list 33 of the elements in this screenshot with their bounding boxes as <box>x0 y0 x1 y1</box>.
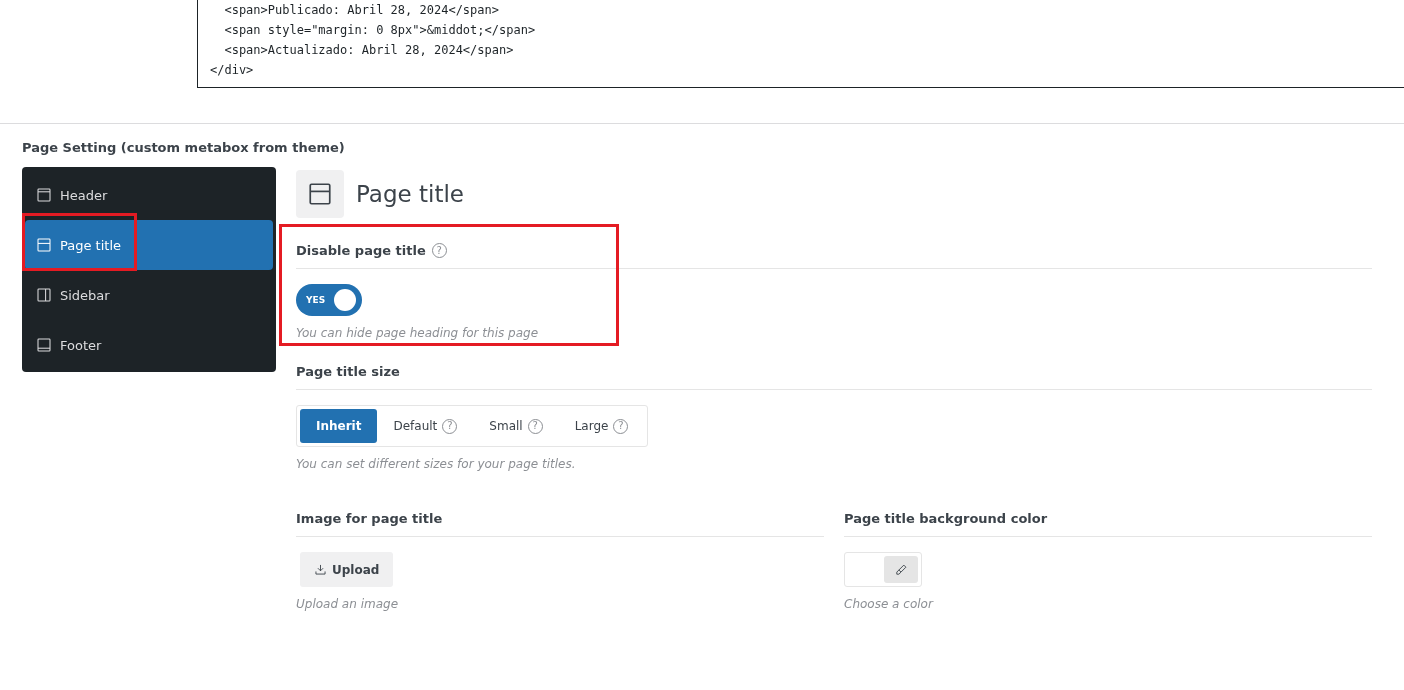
size-option[interactable]: Large ? <box>558 409 645 443</box>
metabox-title: Page Setting (custom metabox from theme) <box>22 140 346 157</box>
code-line: <span>Publicado: Abril 28, 2024</span> <box>223 2 500 19</box>
field-description: You can hide page heading for this page <box>296 326 539 340</box>
code-line: <span style="margin: 0 8px">&middot;</span> <box>223 22 537 39</box>
size-option[interactable]: Default ? <box>377 409 474 443</box>
color-field[interactable] <box>844 552 922 587</box>
download-icon <box>314 563 327 576</box>
window-icon <box>36 187 52 203</box>
size-option[interactable]: Inherit <box>300 409 378 443</box>
sidebar-item[interactable]: Footer <box>25 320 273 370</box>
field-label: Page title size <box>296 364 400 379</box>
size-option[interactable]: Small ? <box>473 409 559 443</box>
field-label: Image for page title <box>296 511 443 526</box>
code-line: <span>Actualizado: Abril 28, 2024</span> <box>223 42 515 59</box>
sidebar-item[interactable]: Page title <box>25 220 273 270</box>
sidebar-item[interactable]: Sidebar <box>25 270 273 320</box>
field-label: Disable page title <box>296 243 426 258</box>
upload-button[interactable]: Upload <box>300 552 394 587</box>
sidebar-item[interactable]: Header <box>25 170 273 220</box>
sidebar-icon <box>36 287 52 303</box>
footer-icon <box>36 337 52 353</box>
brush-icon <box>894 562 908 577</box>
panel-title: Page title <box>356 181 464 207</box>
color-picker-button[interactable] <box>884 556 918 583</box>
field-label: Page title background color <box>844 511 1048 526</box>
toggle-switch[interactable]: YES <box>296 284 362 316</box>
code-line: </div> <box>210 62 255 79</box>
window-icon <box>36 237 52 253</box>
field-description: Choose a color <box>844 597 935 611</box>
field-description: Upload an image <box>296 597 399 611</box>
field-description: You can set different sizes for your page titles. <box>296 457 577 471</box>
window-icon <box>307 181 333 207</box>
